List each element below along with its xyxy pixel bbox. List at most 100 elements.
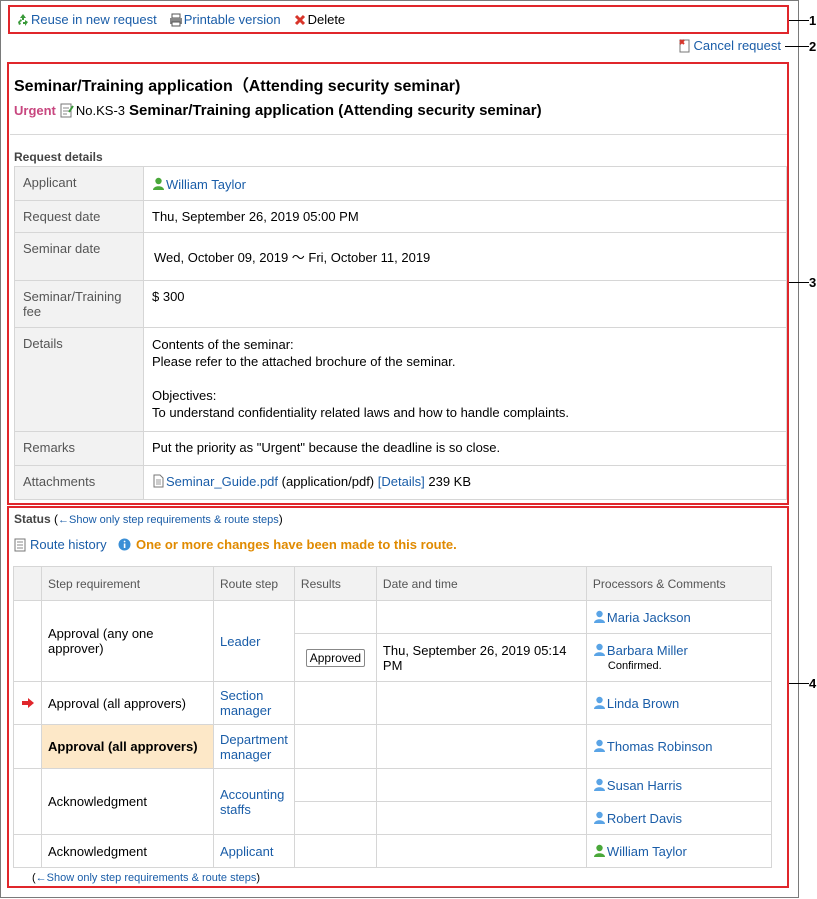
processor-comment: Confirmed. [607, 660, 662, 672]
details-line: To understand confidentiality related la… [152, 405, 569, 420]
processor-cell: Robert Davis [585, 801, 773, 835]
step-requirement-cell-highlighted: Approval (all approvers) [41, 724, 214, 769]
notice-text: One or more changes have been made to th… [136, 537, 457, 552]
seminar-date-label: Seminar date [14, 232, 144, 281]
request-toolbar: Reuse in new request Printable version D… [16, 12, 357, 27]
delete-button[interactable]: Delete [293, 12, 346, 27]
reuse-label[interactable]: Reuse in new request [31, 12, 157, 27]
callout-line-1 [789, 20, 809, 21]
results-cell [293, 600, 377, 634]
column-step-requirement: Step requirement [41, 566, 214, 601]
callout-number-4: 4 [809, 676, 817, 691]
user-icon [593, 811, 605, 824]
request-name: Seminar/Training application (Attending … [129, 102, 542, 119]
results-cell [293, 834, 377, 868]
step-requirement-cell: Approval (any one approver) [41, 600, 214, 682]
route-step-cell: Applicant [213, 834, 295, 868]
processor-link[interactable]: Thomas Robinson [607, 739, 713, 754]
cancel-request-button[interactable]: Cancel request [678, 38, 781, 53]
date-cell [375, 834, 587, 868]
processor-link[interactable]: Barbara Miller [607, 643, 688, 658]
route-step-cell: Department manager [213, 724, 295, 769]
date-cell [375, 768, 587, 802]
show-steps-toggle[interactable]: ←Show only step requirements & route ste… [58, 514, 279, 526]
seminar-date-value: Wed, October 09, 2019 〜 Fri, October 11,… [143, 232, 787, 281]
processor-cell: Barbara Miller Confirmed. [585, 633, 773, 682]
route-history-button[interactable]: Route history [14, 537, 107, 552]
route-step-link[interactable]: Applicant [220, 844, 273, 859]
request-subtitle: Urgent No.KS-3 Seminar/Training applicat… [14, 102, 542, 119]
route-row-current: Approval (all approvers) Section manager… [13, 681, 773, 725]
attachment-file-link[interactable]: Seminar_Guide.pdf [166, 474, 278, 489]
route-row: Acknowledgment Applicant William Taylor [13, 834, 773, 868]
processor-link[interactable]: William Taylor [607, 844, 687, 859]
results-cell [293, 681, 377, 725]
step-requirement-cell: Acknowledgment [41, 768, 214, 835]
details-line: Objectives: [152, 388, 217, 403]
route-changed-notice: One or more changes have been made to th… [118, 537, 457, 552]
results-cell [293, 801, 377, 835]
priority-badge: Urgent [14, 103, 56, 118]
processor-cell: William Taylor [585, 834, 773, 868]
user-icon [593, 739, 605, 752]
request-number: No.KS-3 [75, 103, 126, 118]
date-cell [375, 600, 587, 634]
callout-number-2: 2 [809, 39, 817, 54]
file-icon [153, 474, 164, 488]
details-row-remarks: Remarks Put the priority as "Urgent" bec… [14, 431, 787, 466]
results-cell [293, 724, 377, 769]
arrow-cell [13, 600, 42, 682]
details-row-attachments: Attachments Seminar_Guide.pdf (applicati… [14, 465, 787, 500]
route-row: Approval (all approvers) Department mana… [13, 724, 773, 769]
route-step-cell: Accounting staffs [213, 768, 295, 835]
delete-label[interactable]: Delete [308, 12, 346, 27]
details-label: Details [14, 327, 144, 432]
results-cell: Approved [293, 633, 377, 682]
column-route-step: Route step [213, 566, 295, 601]
reuse-button[interactable]: Reuse in new request [16, 12, 157, 27]
recycle-icon [18, 13, 28, 26]
request-details-table: Applicant William Taylor Request date Th… [14, 166, 787, 500]
attachment-size: 239 KB [428, 474, 472, 489]
cancel-request-label[interactable]: Cancel request [694, 38, 781, 53]
title-divider [10, 134, 787, 135]
details-heading: Request details [14, 150, 103, 164]
show-steps-toggle-bottom[interactable]: ←Show only step requirements & route ste… [36, 872, 257, 884]
applicant-label: Applicant [14, 166, 144, 201]
processor-link[interactable]: Linda Brown [607, 696, 679, 711]
route-row: Approval (any one approver) Leader Maria… [13, 600, 773, 682]
details-value: Contents of the seminar: Please refer to… [143, 327, 787, 432]
step-requirement-cell: Acknowledgment [41, 834, 214, 868]
status-title: Status [14, 512, 51, 526]
processor-link[interactable]: Maria Jackson [607, 610, 691, 625]
printable-version-button[interactable]: Printable version [169, 12, 281, 27]
processor-link[interactable]: Robert Davis [607, 811, 682, 826]
remarks-value: Put the priority as "Urgent" because the… [143, 431, 787, 466]
route-row: Acknowledgment Accounting staffs Susan H… [13, 768, 773, 835]
applicant-link[interactable]: William Taylor [166, 177, 246, 192]
processor-cell: Linda Brown [585, 681, 773, 725]
route-step-link[interactable]: Accounting staffs [220, 787, 284, 817]
printable-version-label[interactable]: Printable version [184, 12, 281, 27]
callout-line-3 [789, 282, 809, 283]
route-history-label[interactable]: Route history [30, 537, 107, 552]
processor-cell: Thomas Robinson [585, 724, 773, 769]
arrow-cell [13, 834, 42, 868]
route-step-link[interactable]: Department manager [220, 732, 288, 762]
column-results: Results [293, 566, 377, 601]
route-step-link[interactable]: Section manager [220, 688, 271, 718]
details-row-seminar-date: Seminar date Wed, October 09, 2019 〜 Fri… [14, 232, 787, 281]
callout-line-2 [785, 46, 809, 47]
user-icon [153, 177, 164, 190]
approved-badge: Approved [305, 648, 366, 667]
processor-link[interactable]: Susan Harris [607, 778, 682, 793]
route-step-link[interactable]: Leader [220, 634, 260, 649]
date-cell [375, 801, 587, 835]
route-table: Step requirement Route step Results Date… [13, 566, 773, 868]
route-step-cell: Section manager [213, 681, 295, 725]
arrow-cell [13, 768, 42, 835]
column-processors: Processors & Comments [585, 566, 773, 601]
attachment-details-link[interactable]: [Details] [378, 474, 425, 489]
cancel-document-icon [678, 38, 690, 52]
processor-cell: Maria Jackson [585, 600, 773, 634]
